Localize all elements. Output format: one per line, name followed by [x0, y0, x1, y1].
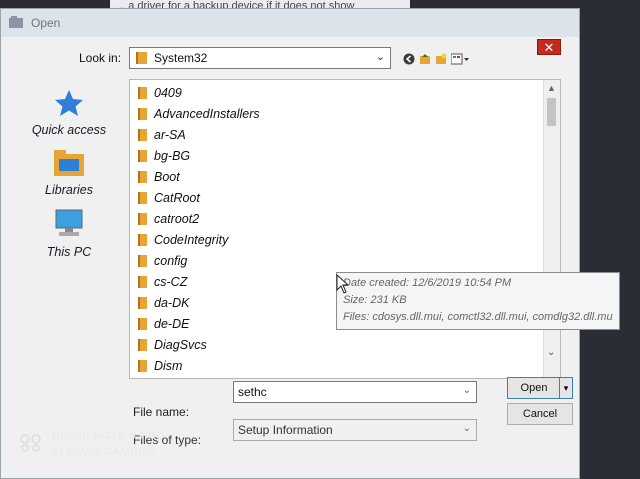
close-icon: ✕: [543, 40, 555, 55]
camera-logo-icon: [20, 434, 41, 452]
folder-icon: [138, 171, 147, 183]
look-in-label: Look in:: [79, 51, 122, 65]
folder-icon: [138, 234, 147, 246]
chevron-down-icon[interactable]: ⌄: [463, 385, 471, 396]
file-list[interactable]: 0409 AdvancedInstallers ar-SA bg-BG Boot…: [129, 79, 561, 379]
dialog-title: Open: [31, 16, 61, 30]
chevron-down-icon: ⌄: [375, 51, 385, 63]
folder-icon: [138, 360, 147, 372]
folder-tooltip: Date created: 12/6/2019 10:54 PM Size: 2…: [336, 272, 620, 330]
file-name-value: sethc: [238, 385, 267, 399]
tooltip-date-created: Date created: 12/6/2019 10:54 PM: [343, 277, 512, 289]
watermark-line-1: REDMI NOTE 9 PRO: [52, 430, 166, 442]
up-folder-icon[interactable]: [419, 53, 431, 65]
folder-icon: [138, 150, 147, 162]
chevron-down-icon: ⌄: [462, 423, 471, 434]
look-in-value: System32: [154, 51, 208, 65]
folder-icon: [138, 129, 147, 141]
scroll-up-icon[interactable]: ▲: [547, 83, 556, 93]
file-type-value: Setup Information: [238, 423, 333, 437]
navigation-toolbar: [403, 52, 469, 66]
places-bar: Quick access Libraries This PC: [15, 71, 123, 391]
tooltip-size: Size: 231 KB: [343, 294, 407, 306]
close-button[interactable]: ✕: [537, 39, 561, 55]
place-label: Libraries: [45, 183, 93, 197]
mouse-cursor-icon: [336, 274, 350, 294]
folder-icon: [138, 297, 147, 309]
view-menu-icon[interactable]: [451, 53, 469, 65]
back-icon[interactable]: [403, 53, 415, 65]
folder-icon: [138, 192, 147, 204]
cancel-button[interactable]: Cancel: [507, 403, 573, 425]
look-in-dropdown[interactable]: System32 ⌄: [129, 47, 391, 69]
place-label: Quick access: [31, 123, 107, 137]
folder-icon: [138, 213, 147, 225]
folder-icon: [138, 108, 147, 120]
file-type-dropdown[interactable]: Setup Information ⌄: [233, 419, 477, 441]
new-folder-icon[interactable]: [435, 53, 447, 65]
app-icon: [9, 16, 23, 28]
watermark-line-2: AI QUAD CAMERA: [52, 446, 155, 458]
scroll-thumb[interactable]: [547, 98, 556, 126]
star-icon: [55, 90, 83, 116]
scroll-down-icon[interactable]: ⌄: [547, 347, 555, 358]
vertical-scrollbar[interactable]: ▲ ⌄: [543, 80, 560, 378]
folder-icon: [138, 276, 147, 288]
place-this-pc[interactable]: This PC: [15, 209, 123, 259]
folder-icon: [138, 87, 147, 99]
file-name-input[interactable]: sethc ⌄: [233, 381, 477, 403]
libraries-icon: [54, 150, 84, 176]
computer-icon: [55, 209, 83, 236]
open-button[interactable]: Open: [507, 377, 561, 399]
folder-icon: [138, 339, 147, 351]
open-split-arrow-icon[interactable]: ▾: [559, 377, 573, 399]
open-dialog: Open ✕ Look in: System32 ⌄ Quick access …: [0, 8, 580, 479]
camera-watermark: REDMI NOTE 9 PRO AI QUAD CAMERA: [52, 430, 165, 458]
folder-icon: [138, 318, 147, 330]
folder-icon: [136, 52, 147, 64]
place-label: This PC: [46, 245, 92, 259]
place-libraries[interactable]: Libraries: [15, 149, 123, 197]
file-name-label: File name:: [133, 405, 190, 419]
folder-icon: [138, 255, 147, 267]
tooltip-files: Files: cdosys.dll.mui, comctl32.dll.mui,…: [343, 311, 613, 323]
place-quick-access[interactable]: Quick access: [15, 89, 123, 137]
title-bar[interactable]: Open: [1, 9, 579, 37]
